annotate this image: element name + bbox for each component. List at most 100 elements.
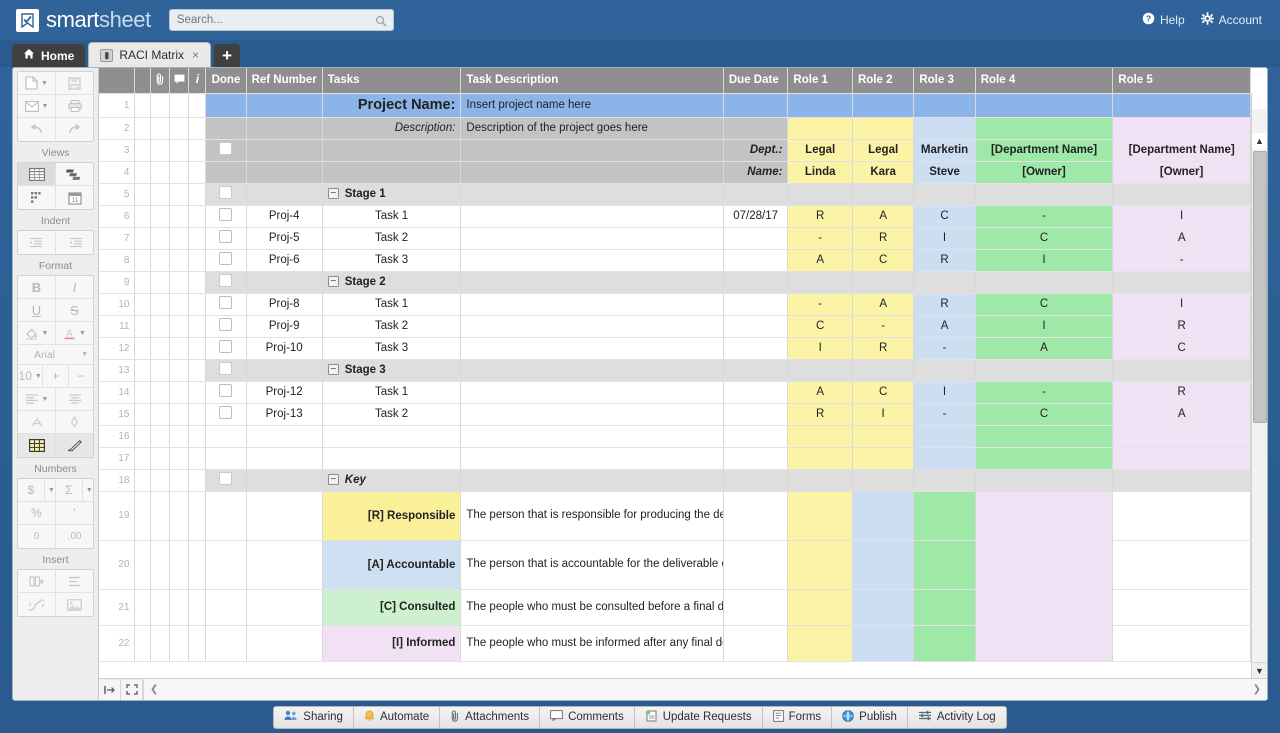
row-comment-cell[interactable]	[170, 315, 189, 337]
row-info-cell[interactable]	[189, 589, 206, 625]
due-date-cell[interactable]	[723, 183, 788, 205]
task-description-cell[interactable]	[461, 205, 723, 227]
strikethrough-icon[interactable]: S	[56, 299, 93, 322]
ref-number-cell[interactable]	[246, 589, 322, 625]
vertical-scrollbar[interactable]: ▲ ▼	[1251, 93, 1267, 678]
task-description-cell[interactable]	[461, 227, 723, 249]
table-row[interactable]: 1Project Name:Insert project name here	[99, 93, 1251, 117]
role-2-cell[interactable]	[852, 625, 913, 661]
row-attachment-cell[interactable]	[151, 161, 170, 183]
link-icon[interactable]	[18, 593, 56, 616]
role-5-cell[interactable]	[1113, 183, 1251, 205]
role-2-cell[interactable]	[852, 425, 913, 447]
table-row[interactable]: 3Dept.:LegalLegalMarketin[Department Nam…	[99, 139, 1251, 161]
row-attachment-cell[interactable]	[151, 337, 170, 359]
role-5-cell[interactable]	[1113, 93, 1251, 117]
role-5-cell[interactable]	[1113, 469, 1251, 491]
row-attachment-cell[interactable]	[151, 117, 170, 139]
role-2-cell[interactable]	[852, 93, 913, 117]
row-info-cell[interactable]	[189, 117, 206, 139]
row-info-cell[interactable]	[189, 337, 206, 359]
due-date-cell[interactable]	[723, 625, 788, 661]
comments-button[interactable]: Comments	[540, 707, 635, 728]
due-date-cell[interactable]	[723, 93, 788, 117]
role-5-cell[interactable]	[1113, 117, 1251, 139]
scroll-down-icon[interactable]: ▼	[1252, 662, 1267, 678]
table-row[interactable]: 15Proj-13Task 2RI-CA	[99, 403, 1251, 425]
row-info-cell[interactable]	[189, 447, 206, 469]
role-2-cell[interactable]	[852, 117, 913, 139]
table-row[interactable]: 14Proj-12Task 1ACI-R	[99, 381, 1251, 403]
fill-color-icon[interactable]: ▼	[18, 322, 56, 345]
role-3-cell[interactable]: R	[914, 249, 975, 271]
role-5-cell[interactable]: [Owner]	[1113, 161, 1251, 183]
done-checkbox-cell[interactable]	[206, 139, 246, 161]
done-checkbox-cell[interactable]	[206, 337, 246, 359]
done-checkbox-cell[interactable]	[206, 381, 246, 403]
role-4-cell[interactable]: C	[975, 227, 1113, 249]
row-info-cell[interactable]	[189, 139, 206, 161]
role-1-cell[interactable]: A	[788, 381, 853, 403]
collapse-toggle-icon[interactable]: −	[328, 276, 339, 287]
due-date-cell[interactable]	[723, 469, 788, 491]
column-header-task-description[interactable]: Task Description	[461, 68, 723, 93]
done-checkbox-cell[interactable]	[206, 117, 246, 139]
table-row[interactable]: 9−Stage 2	[99, 271, 1251, 293]
done-checkbox-cell[interactable]	[206, 447, 246, 469]
row-attachment-cell[interactable]	[151, 447, 170, 469]
row-info-cell[interactable]	[189, 469, 206, 491]
currency-dropdown-icon[interactable]: ▼	[45, 479, 56, 502]
done-checkbox-cell[interactable]	[206, 249, 246, 271]
ref-number-cell[interactable]	[246, 271, 322, 293]
row-attachment-cell[interactable]	[151, 293, 170, 315]
ref-number-cell[interactable]	[246, 93, 322, 117]
task-description-cell[interactable]: Description of the project goes here	[461, 117, 723, 139]
tasks-cell[interactable]	[322, 425, 461, 447]
row-info-cell[interactable]	[189, 359, 206, 381]
row-attachment-cell[interactable]	[151, 469, 170, 491]
column-header-done[interactable]: Done	[206, 68, 246, 93]
card-view-icon[interactable]	[18, 186, 56, 209]
row-attachment-cell[interactable]	[151, 139, 170, 161]
help-link[interactable]: ? Help	[1142, 12, 1185, 28]
role-2-cell[interactable]	[852, 359, 913, 381]
sharing-button[interactable]: Sharing	[274, 707, 354, 728]
collapse-toggle-icon[interactable]: −	[328, 474, 339, 485]
column-header-role-1[interactable]: Role 1	[788, 68, 853, 93]
align-vertical-icon[interactable]	[56, 388, 93, 411]
role-3-cell[interactable]: I	[914, 227, 975, 249]
grid-view-icon[interactable]	[18, 163, 56, 186]
done-checkbox-cell[interactable]	[206, 625, 246, 661]
column-header-role-5[interactable]: Role 5	[1113, 68, 1251, 93]
role-1-cell[interactable]: C	[788, 315, 853, 337]
due-date-cell[interactable]	[723, 540, 788, 589]
tasks-cell[interactable]: [A] Accountable	[322, 540, 461, 589]
decrease-decimal-icon[interactable]: 0	[18, 525, 56, 548]
column-header-info[interactable]: i	[189, 68, 206, 93]
role-4-cell[interactable]: C	[975, 293, 1113, 315]
role-3-cell[interactable]	[914, 183, 975, 205]
task-description-cell[interactable]	[461, 359, 723, 381]
role-5-cell[interactable]	[1113, 491, 1251, 540]
underline-icon[interactable]: U	[18, 299, 56, 322]
row-comment-cell[interactable]	[170, 139, 189, 161]
role-2-cell[interactable]: R	[852, 227, 913, 249]
conditional-format-icon[interactable]	[56, 411, 93, 434]
table-row[interactable]: 8Proj-6Task 3ACRI-	[99, 249, 1251, 271]
row-label-cell[interactable]: Name:	[723, 161, 788, 183]
task-description-cell[interactable]: The person that is accountable for the d…	[461, 540, 723, 589]
decrease-font-size-icon[interactable]: −	[69, 365, 93, 388]
role-2-cell[interactable]	[852, 447, 913, 469]
row-attachment-cell[interactable]	[151, 359, 170, 381]
role-3-cell[interactable]: Steve	[914, 161, 975, 183]
row-comment-cell[interactable]	[170, 161, 189, 183]
column-header-comment[interactable]	[170, 68, 189, 93]
ref-number-cell[interactable]: Proj-8	[246, 293, 322, 315]
role-2-cell[interactable]: C	[852, 249, 913, 271]
task-description-cell[interactable]: The people who must be consulted before …	[461, 589, 723, 625]
role-2-cell[interactable]	[852, 469, 913, 491]
stage-row-label-cell[interactable]: −Stage 3	[322, 359, 461, 381]
due-date-cell[interactable]	[723, 315, 788, 337]
tasks-cell[interactable]: Task 2	[322, 403, 461, 425]
due-date-cell[interactable]	[723, 589, 788, 625]
